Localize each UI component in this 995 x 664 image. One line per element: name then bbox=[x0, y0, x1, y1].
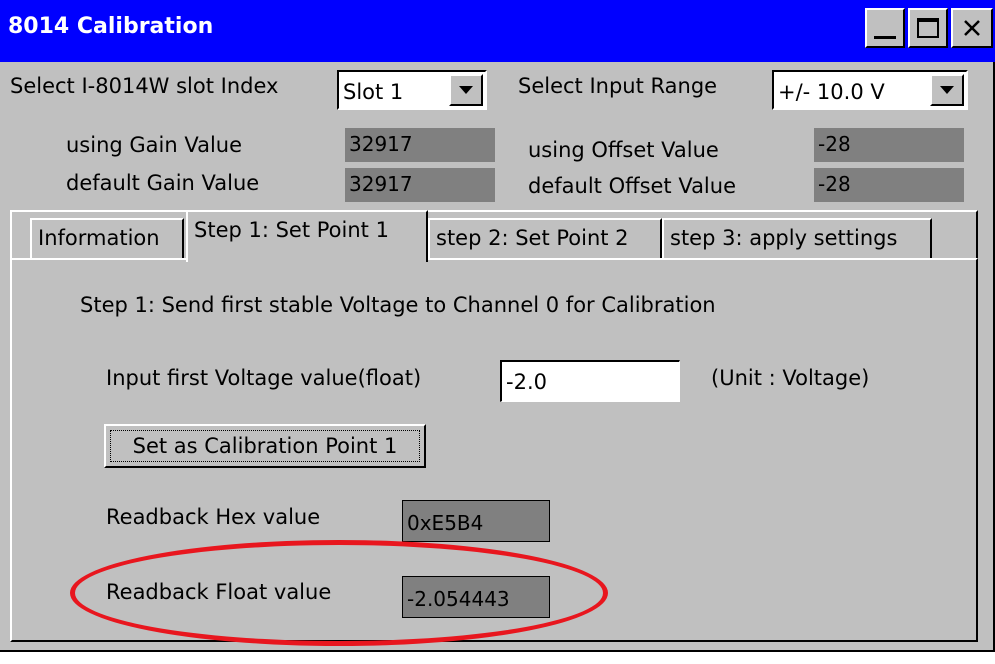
using-offset-label: using Offset Value bbox=[528, 138, 719, 162]
tab-label: step 3: apply settings bbox=[670, 226, 898, 250]
input-range-select[interactable]: +/- 10.0 V bbox=[772, 70, 968, 110]
chevron-down-icon[interactable] bbox=[930, 74, 964, 106]
tab-step1[interactable]: Step 1: Set Point 1 bbox=[186, 210, 428, 262]
default-gain-label: default Gain Value bbox=[66, 171, 260, 195]
minimize-icon bbox=[874, 35, 896, 39]
tab-label: Information bbox=[38, 226, 160, 250]
readback-hex-label: Readback Hex value bbox=[106, 505, 321, 529]
slot-index-select[interactable]: Slot 1 bbox=[337, 70, 487, 110]
default-offset-label: default Offset Value bbox=[528, 174, 737, 198]
calibration-window: 8014 Calibration Select I-8014W slot Ind… bbox=[0, 0, 995, 652]
set-calibration-point-button[interactable]: Set as Calibration Point 1 bbox=[104, 424, 426, 468]
readback-hex-value: 0xE5B4 bbox=[402, 500, 550, 542]
default-gain-value: 32917 bbox=[345, 168, 495, 202]
chevron-down-icon[interactable] bbox=[449, 74, 483, 106]
voltage-input-label: Input first Voltage value(float) bbox=[106, 366, 422, 390]
highlight-ellipse bbox=[70, 540, 608, 646]
minimize-button[interactable] bbox=[865, 8, 905, 48]
close-icon bbox=[964, 20, 980, 36]
tab-label: step 2: Set Point 2 bbox=[436, 226, 629, 250]
tab-label: Step 1: Set Point 1 bbox=[194, 218, 389, 242]
using-offset-value: -28 bbox=[814, 128, 964, 162]
slot-index-value: Slot 1 bbox=[343, 80, 404, 104]
step1-instruction: Step 1: Send first stable Voltage to Cha… bbox=[80, 293, 716, 317]
unit-label: (Unit : Voltage) bbox=[711, 366, 870, 390]
close-button[interactable] bbox=[951, 8, 993, 48]
using-gain-label: using Gain Value bbox=[66, 133, 243, 157]
maximize-icon bbox=[917, 18, 939, 38]
set-calibration-point-label: Set as Calibration Point 1 bbox=[132, 434, 398, 458]
tab-information[interactable]: Information bbox=[30, 218, 184, 258]
slot-index-label: Select I-8014W slot Index bbox=[10, 74, 279, 98]
using-gain-value: 32917 bbox=[345, 128, 495, 162]
tab-step3[interactable]: step 3: apply settings bbox=[662, 218, 932, 258]
maximize-button[interactable] bbox=[908, 8, 948, 48]
voltage-input[interactable]: -2.0 bbox=[500, 360, 680, 402]
default-offset-value: -28 bbox=[814, 168, 964, 202]
input-range-value: +/- 10.0 V bbox=[778, 80, 885, 104]
input-range-label: Select Input Range bbox=[518, 74, 718, 98]
title-bar[interactable]: 8014 Calibration bbox=[0, 0, 995, 62]
window-title: 8014 Calibration bbox=[8, 14, 214, 39]
tab-step2[interactable]: step 2: Set Point 2 bbox=[428, 218, 662, 258]
